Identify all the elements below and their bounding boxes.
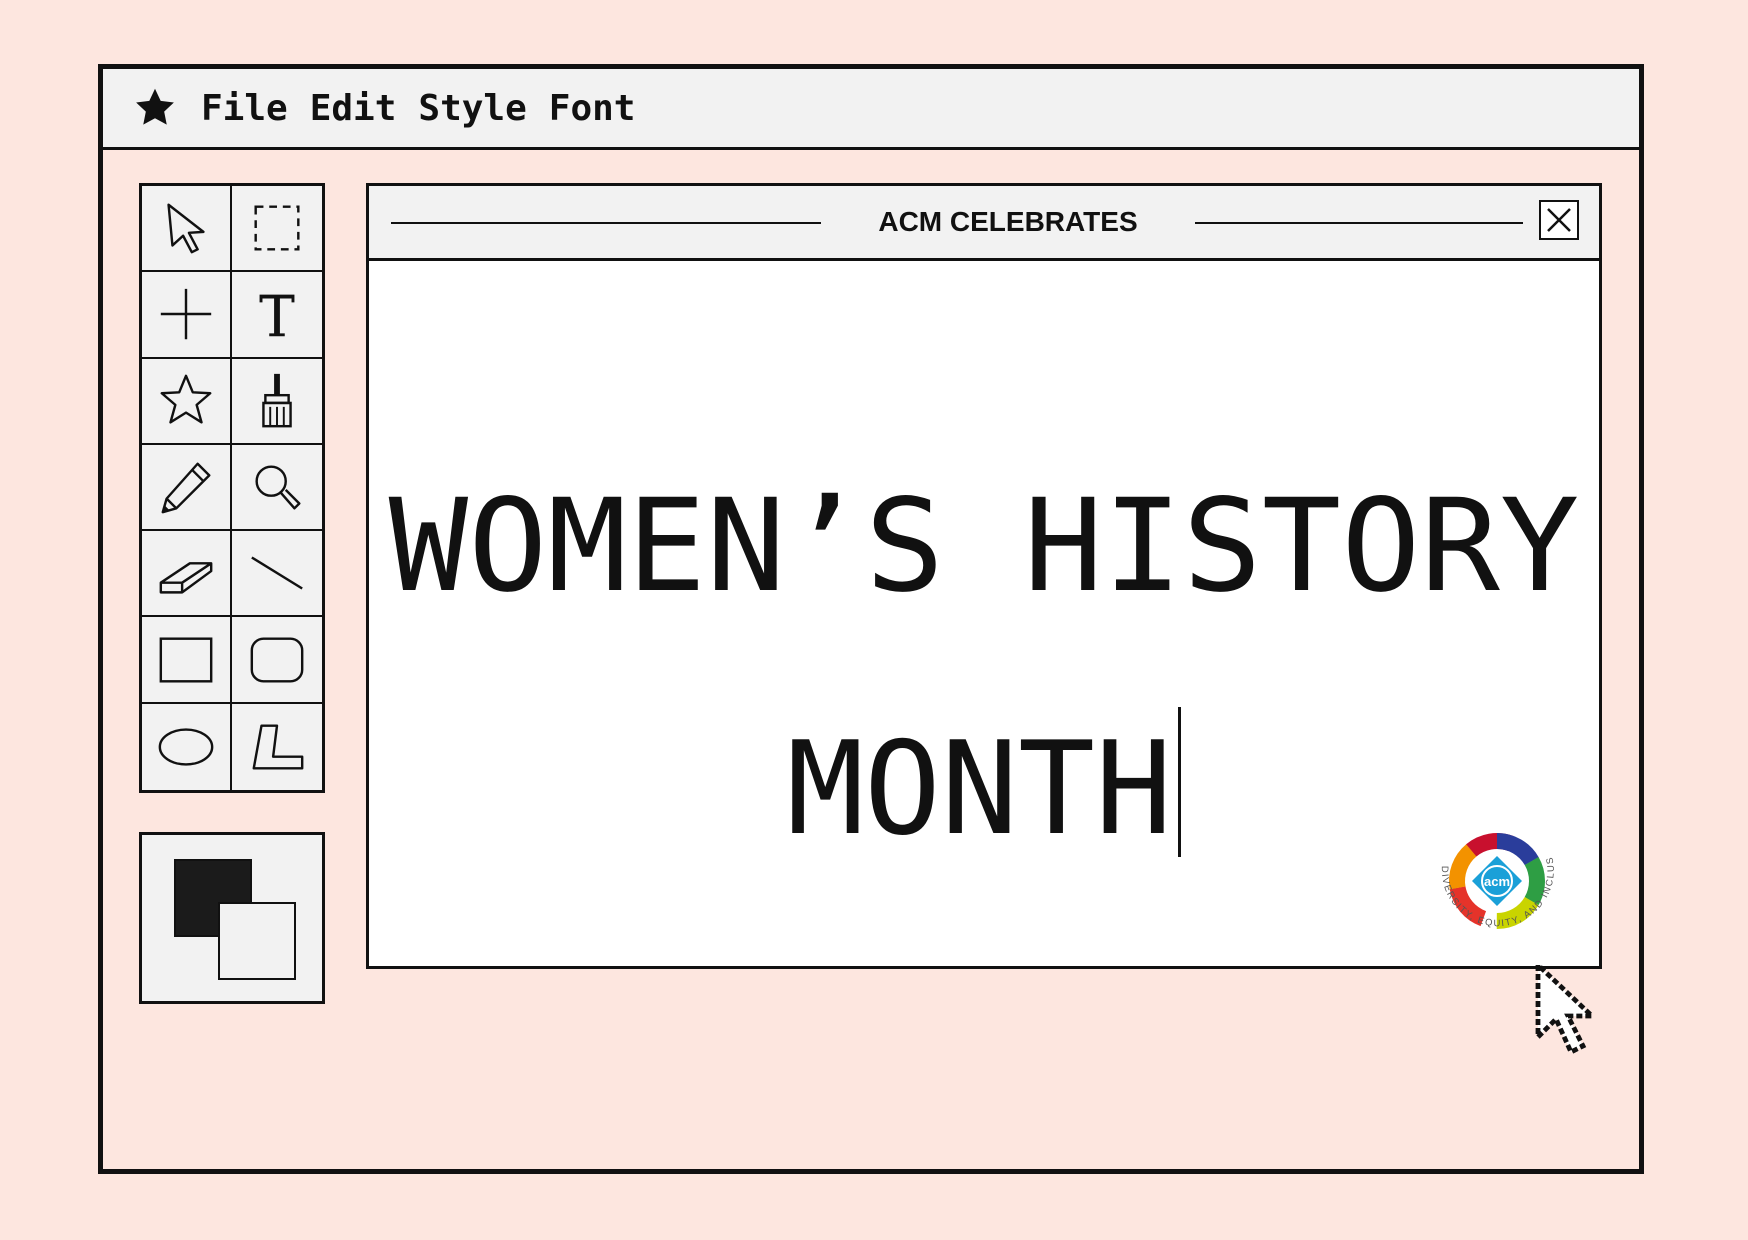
tool-eraser[interactable] [142, 531, 232, 618]
star-shape-icon [160, 374, 212, 424]
close-button[interactable] [1539, 200, 1579, 240]
title-bar-stripe-right [1195, 222, 1523, 224]
tool-line[interactable] [232, 531, 322, 618]
tool-pencil[interactable] [142, 444, 232, 532]
title-bar-stripe-left [391, 222, 821, 224]
menu-edit[interactable]: Edit [310, 88, 397, 129]
acm-dei-logo: acm DIVERSITY, EQUITY, AND INCLUSION [1422, 806, 1555, 929]
magnifier-icon [255, 465, 301, 510]
menu-file[interactable]: File [201, 88, 288, 129]
document-title: ACM CELEBRATES [878, 206, 1138, 237]
marquee-select-icon [254, 205, 300, 251]
eraser-icon [159, 562, 213, 594]
crosshair-icon [160, 289, 212, 340]
document-window: ACM CELEBRATES WOMEN’S HISTORY MONTH [366, 183, 1602, 969]
headline-line-2: MONTH [369, 707, 1599, 857]
ellipse-tool-icon [158, 728, 214, 766]
app-window: File Edit Style Font ACM CELEBRATES WOME… [98, 64, 1644, 1174]
tool-palette [139, 183, 325, 793]
headline-line-1: WOMEN’S HISTORY [388, 472, 1580, 621]
mouse-pointer-icon [1535, 959, 1599, 1056]
star-icon[interactable] [133, 86, 177, 130]
line-tool-icon [251, 556, 303, 590]
text-tool-icon [259, 295, 295, 337]
background-color-swatch[interactable] [218, 902, 296, 980]
tool-marquee[interactable] [232, 186, 322, 273]
menu-font[interactable]: Font [549, 88, 636, 129]
pencil-icon [161, 462, 211, 514]
rectangle-tool-icon [159, 637, 213, 683]
arrow-select-icon [167, 203, 205, 254]
text-cursor [1178, 707, 1182, 857]
close-icon [1547, 208, 1571, 232]
rounded-rectangle-tool-icon [250, 637, 304, 683]
tool-polygon[interactable] [232, 704, 322, 790]
paint-brush-icon [262, 373, 292, 428]
acm-logo-text: acm [1484, 874, 1510, 889]
tool-ellipse[interactable] [142, 703, 232, 790]
tool-crosshair[interactable] [142, 272, 232, 359]
tool-select[interactable] [142, 186, 232, 273]
tool-brush[interactable] [232, 359, 322, 445]
menu-style[interactable]: Style [418, 88, 526, 129]
tool-rectangle[interactable] [142, 617, 232, 704]
document-canvas[interactable]: WOMEN’S HISTORY MONTH [369, 261, 1599, 966]
polygon-tool-icon [252, 724, 304, 770]
color-swatches [139, 832, 325, 1004]
document-title-bar[interactable]: ACM CELEBRATES [369, 186, 1599, 261]
tool-zoom[interactable] [232, 445, 322, 532]
headline-line-2-text: MONTH [786, 715, 1173, 864]
tool-rounded-rectangle[interactable] [232, 617, 322, 704]
menu-bar: File Edit Style Font [103, 69, 1639, 150]
tool-text[interactable] [232, 272, 322, 359]
tool-star[interactable] [142, 358, 232, 445]
